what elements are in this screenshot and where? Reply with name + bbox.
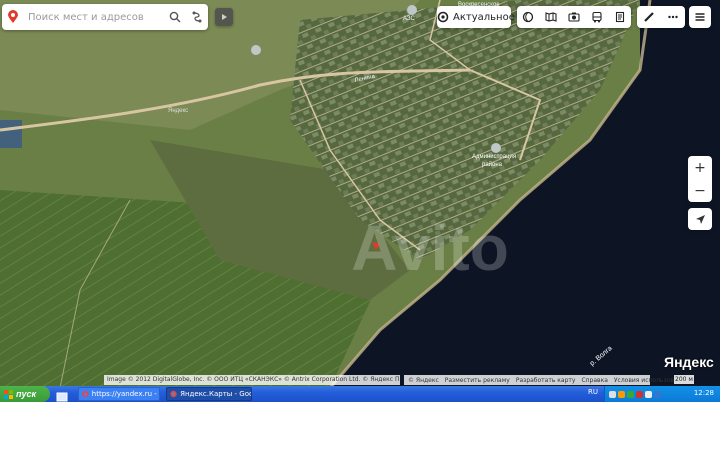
yandex-logo: Яндекс [664, 354, 714, 370]
map-label-admin-2: района [482, 161, 503, 168]
search-icon[interactable] [164, 6, 186, 28]
map-label-gas: АЗС [403, 16, 415, 22]
location-pin-icon [2, 6, 24, 28]
collapse-panel-button[interactable] [215, 8, 233, 26]
admin-marker[interactable] [491, 143, 501, 153]
footer-link-yandex[interactable]: © Яндекс [408, 377, 439, 384]
search-input[interactable]: Поиск мест и адресов [28, 12, 164, 23]
chrome-icon [170, 390, 177, 398]
taskbar-item-browser-2[interactable]: Яндекс.Карты - Goo... [166, 387, 252, 401]
camera-icon[interactable] [563, 6, 585, 28]
tray-icon[interactable] [609, 390, 616, 398]
actual-icon [437, 6, 449, 28]
tray-icon[interactable] [627, 390, 634, 398]
place-marker[interactable] [251, 45, 261, 55]
panorama-icon[interactable] [540, 6, 562, 28]
language-indicator[interactable]: RU [588, 388, 598, 396]
chrome-icon [82, 390, 89, 398]
speaker-icon[interactable] [645, 390, 652, 398]
locate-me-button[interactable] [688, 208, 712, 230]
system-tray: 12:28 [604, 386, 720, 402]
footer-link-help[interactable]: Справка [581, 377, 607, 384]
menu-button[interactable] [689, 6, 711, 28]
route-icon[interactable] [186, 6, 208, 28]
satellite-map[interactable]: АЗС Воскресенское Яндекс Ленина Админист… [0, 0, 720, 388]
scale-bar: 200 м [674, 375, 694, 384]
doc-icon[interactable] [609, 6, 631, 28]
copyright-text: Image © 2012 DigitalGlobe, Inc. © ООО ИТ… [104, 375, 400, 385]
start-button[interactable]: пуск [0, 386, 50, 402]
network-icon[interactable] [654, 390, 661, 398]
zoom-in-button[interactable]: + [688, 156, 712, 179]
windows-taskbar: пуск https://yandex.ru - G... Яндекс.Кар… [0, 386, 720, 402]
taskbar-item-label: https://yandex.ru - G... [91, 390, 159, 398]
tools-toolbar [637, 6, 685, 28]
play-arrow-icon [222, 14, 227, 20]
avito-watermark: Avito [351, 212, 509, 284]
globe-icon[interactable] [517, 6, 539, 28]
ruler-icon[interactable] [638, 6, 660, 28]
tray-icon[interactable] [618, 390, 625, 398]
map-label-admin: Администрация [472, 154, 516, 160]
hamburger-icon [695, 13, 705, 21]
more-icon[interactable] [662, 6, 684, 28]
start-label: пуск [16, 389, 37, 399]
footer-link-ads[interactable]: Разместить рекламу [445, 377, 510, 384]
screen: АЗС Воскресенское Яндекс Ленина Админист… [0, 0, 720, 402]
search-box[interactable]: Поиск мест и адресов [2, 4, 208, 30]
actual-button[interactable]: Актуальное [437, 6, 515, 28]
footer-links: © Яндекс Разместить рекламу Разработать … [404, 375, 689, 385]
clock: 12:28 [693, 389, 714, 397]
bus-icon[interactable] [586, 6, 608, 28]
layers-toolbar [517, 6, 631, 28]
taskbar-item-browser-1[interactable]: https://yandex.ru - G... [78, 387, 160, 401]
quick-launch-icon[interactable] [56, 388, 70, 402]
footer-link-develop[interactable]: Разработать карту [516, 377, 576, 384]
actual-label: Актуальное [453, 11, 515, 23]
tray-icon[interactable] [636, 390, 643, 398]
map-label-road: Яндекс [168, 108, 188, 114]
gas-station-marker[interactable] [407, 5, 417, 15]
zoom-out-button[interactable]: − [688, 179, 712, 202]
navigation-arrow-icon [695, 214, 705, 224]
windows-logo-icon [4, 389, 13, 399]
taskbar-item-label: Яндекс.Карты - Goo... [180, 390, 251, 398]
zoom-control: + − [688, 156, 712, 202]
